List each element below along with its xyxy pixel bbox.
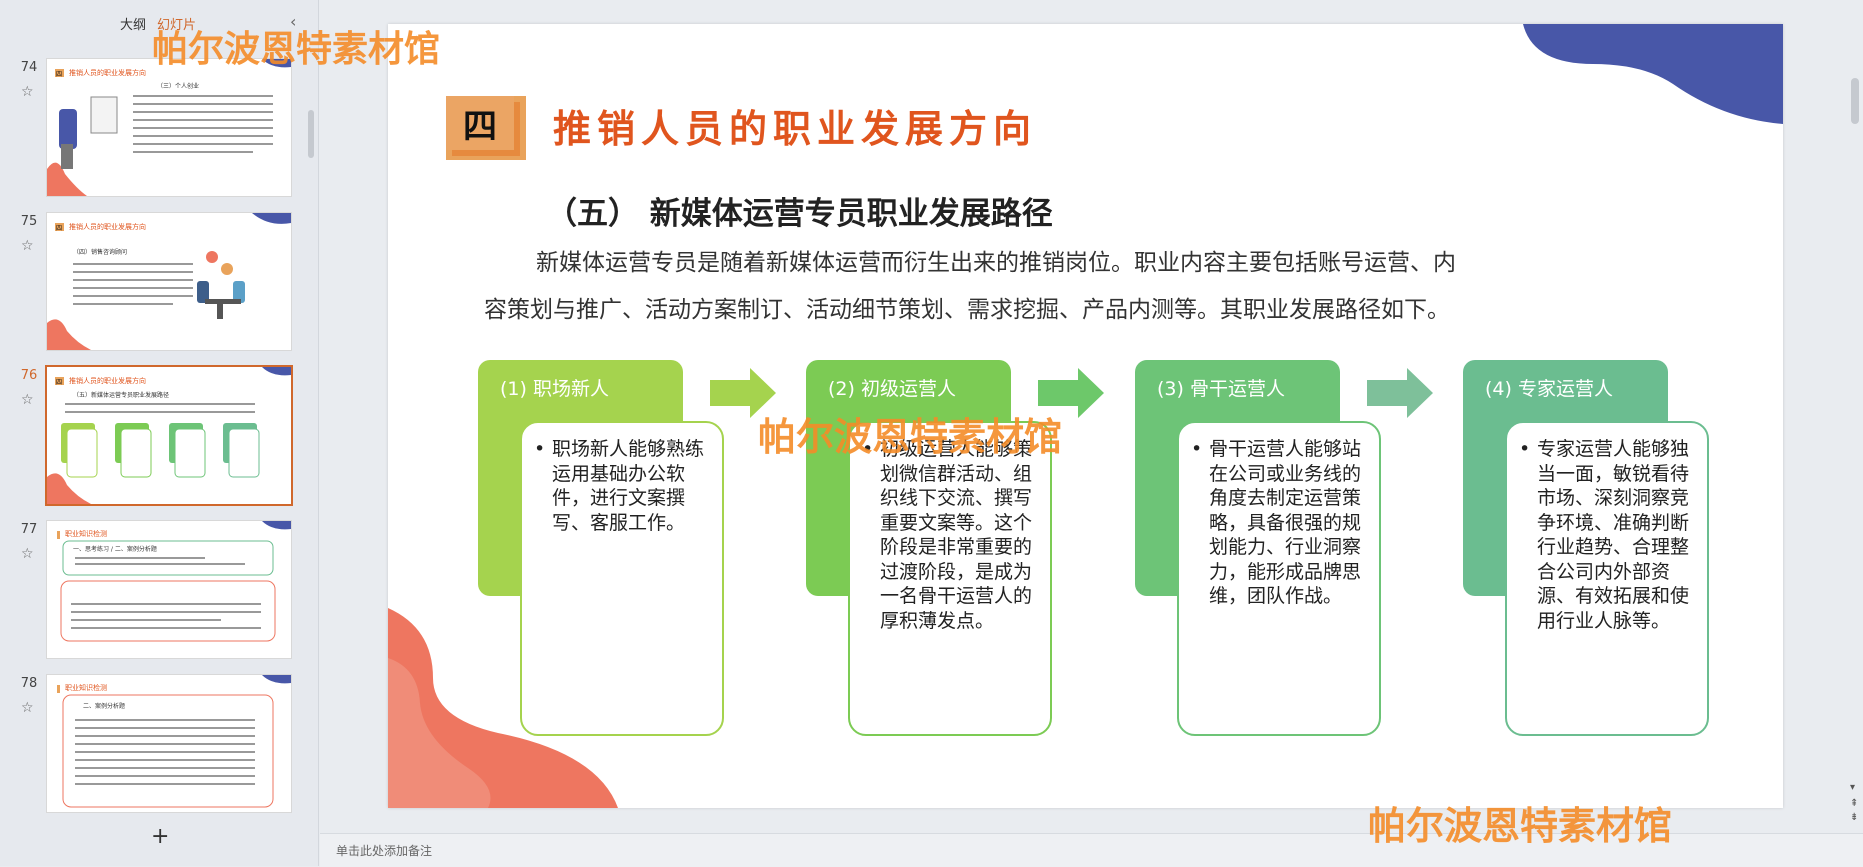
watermark-text: 帕尔波恩特素材馆: [152, 28, 441, 70]
add-slide-button[interactable]: +: [151, 824, 169, 849]
next-slide-icon[interactable]: ⇟: [1850, 812, 1858, 823]
star-icon[interactable]: ☆: [21, 84, 34, 100]
thumbnail-preview: [47, 367, 291, 504]
stage-description: 专家运营人能够独当一面，敏锐看待市场、深刻洞察竞争环境、准确判断行业趋势、合理整…: [1537, 438, 1690, 632]
slide-number: 75: [20, 214, 38, 229]
section-title: 推销人员的职业发展方向: [553, 107, 1038, 151]
stage-description: 初级运营人能够策划微信群活动、组织线下交流、撰写重要文案等。这个阶段是非常重要的…: [880, 438, 1033, 632]
thumbnail-subheading: 二、案例分析题: [83, 703, 126, 710]
slide-thumbnail-active[interactable]: 推销人员的职业发展方向 四 （五）新媒体运营专员职业发展路径: [45, 365, 293, 506]
thumbnail-subheading: （四）销售咨询顾问: [73, 249, 128, 256]
stage-description: 职场新人能够熟练运用基础办公软件，进行文案撰写、客服工作。: [552, 438, 705, 534]
slide-number: 77: [20, 522, 38, 537]
slide-canvas[interactable]: 四 推销人员的职业发展方向 （五） 新媒体运营专员职业发展路径 新媒体运营专员是…: [388, 24, 1783, 808]
intro-paragraph: 新媒体运营专员是随着新媒体运营而衍生出来的推销岗位。职业内容主要包括账号运营、内…: [484, 240, 1484, 334]
intro-line-1: 新媒体运营专员是随着新媒体运营而衍生出来的推销岗位。职业内容主要包括账号运营、内: [536, 250, 1456, 276]
section-number: 四: [446, 96, 514, 150]
thumbnail-subheading: 一、思考练习 / 二、案例分析题: [73, 546, 157, 553]
scroll-down-icon[interactable]: ▾: [1850, 782, 1855, 793]
thumbnail-preview: [57, 675, 291, 808]
bullet-icon: •: [534, 438, 546, 460]
slide-subtitle: （五） 新媒体运营专员职业发展路径: [546, 196, 1053, 232]
star-icon[interactable]: ☆: [21, 238, 34, 254]
stage-label: (3) 骨干运营人: [1157, 378, 1285, 400]
thumbnail-scrollbar[interactable]: [308, 110, 314, 158]
thumbnail-section-number: 四: [56, 379, 63, 386]
thumbnail-subheading: （五）新媒体运营专员职业发展路径: [73, 392, 170, 399]
slide-number: 74: [20, 60, 38, 75]
thumbnail-preview: [57, 521, 291, 642]
thumbnail-preview: [47, 59, 291, 196]
previous-slide-icon[interactable]: ⇞: [1850, 798, 1858, 809]
vertical-scrollbar[interactable]: ▾ ⇞ ⇟: [1847, 0, 1863, 828]
thumbnail-row[interactable]: 78 ☆ 职业知识检测 二、案例分析题: [0, 674, 300, 814]
thumbnail-row[interactable]: 77 ☆ 职业知识检测 一、思考练习 / 二、案例分析题: [0, 520, 300, 660]
career-stage-4: (4) 专家运营人 • 专家运营人能够独当一面，敏锐看待市场、深刻洞察竞争环境、…: [1463, 360, 1763, 740]
stage-label: (2) 初级运营人: [828, 378, 956, 400]
thumbnail-preview: [47, 213, 291, 350]
stage-label: (1) 职场新人: [500, 378, 609, 400]
slide-thumbnail[interactable]: 推销人员的职业发展方向 四 （三）个人创业: [46, 58, 292, 197]
thumbnail-header: 推销人员的职业发展方向: [69, 69, 146, 77]
tab-outline[interactable]: 大纲: [120, 14, 146, 33]
thumbnail-row-active[interactable]: 76 ☆ 推销人员的职业发展方向 四 （五）新媒体运营专员职业发展路径: [0, 365, 300, 506]
bullet-icon: •: [1191, 438, 1203, 460]
stage-description-box: • 专家运营人能够独当一面，敏锐看待市场、深刻洞察竞争环境、准确判断行业趋势、合…: [1505, 421, 1709, 736]
thumbnail-header: 推销人员的职业发展方向: [69, 223, 146, 231]
thumbnail-header: 推销人员的职业发展方向: [69, 377, 146, 385]
slide-number: 76: [20, 368, 38, 383]
arrow-right-icon: [1367, 368, 1433, 418]
stage-description-box: • 骨干运营人能够站在公司或业务线的角度去制定运营策略，具备很强的规划能力、行业…: [1177, 421, 1381, 736]
thumbnail-section-number: 四: [56, 71, 63, 78]
decorative-blob-top: [1523, 24, 1783, 124]
star-icon[interactable]: ☆: [21, 700, 34, 716]
thumbnail-header: 职业知识检测: [65, 530, 107, 538]
thumbnail-header: 职业知识检测: [65, 684, 107, 692]
section-number-box: 四: [446, 96, 526, 160]
slide-thumbnail-pane: 大纲 幻灯片 ‹ 74 ☆ 推销人员的职业发展方向 四 （三）个人创业 75 ☆…: [0, 0, 319, 866]
watermark-text: 帕尔波恩特素材馆: [1368, 803, 1673, 848]
stage-label: (4) 专家运营人: [1485, 378, 1613, 400]
star-icon[interactable]: ☆: [21, 392, 34, 408]
slide-thumbnail[interactable]: 职业知识检测 一、思考练习 / 二、案例分析题: [46, 520, 292, 659]
notes-placeholder[interactable]: 单击此处添加备注: [336, 842, 432, 859]
intro-line-2: 容策划与推广、活动方案制订、活动细节策划、需求挖掘、产品内测等。其职业发展路径如…: [484, 297, 1450, 323]
stage-description: 骨干运营人能够站在公司或业务线的角度去制定运营策略，具备很强的规划能力、行业洞察…: [1209, 438, 1362, 607]
scrollbar-thumb[interactable]: [1851, 78, 1859, 124]
slide-number: 78: [20, 676, 38, 691]
thumbnail-subheading: （三）个人创业: [157, 83, 200, 90]
slide-thumbnail[interactable]: 职业知识检测 二、案例分析题: [46, 674, 292, 813]
stage-description-box: • 职场新人能够熟练运用基础办公软件，进行文案撰写、客服工作。: [520, 421, 724, 736]
star-icon[interactable]: ☆: [21, 546, 34, 562]
thumbnail-row[interactable]: 75 ☆ 推销人员的职业发展方向 四 （四）销售咨询顾问: [0, 212, 300, 352]
thumbnail-row[interactable]: 74 ☆ 推销人员的职业发展方向 四 （三）个人创业: [0, 58, 300, 198]
thumbnail-section-number: 四: [56, 225, 63, 232]
watermark-text: 帕尔波恩特素材馆: [758, 414, 1063, 459]
bullet-icon: •: [1519, 438, 1531, 460]
stage-description-box: • 初级运营人能够策划微信群活动、组织线下交流、撰写重要文案等。这个阶段是非常重…: [848, 421, 1052, 736]
slide-thumbnail[interactable]: 推销人员的职业发展方向 四 （四）销售咨询顾问: [46, 212, 292, 351]
